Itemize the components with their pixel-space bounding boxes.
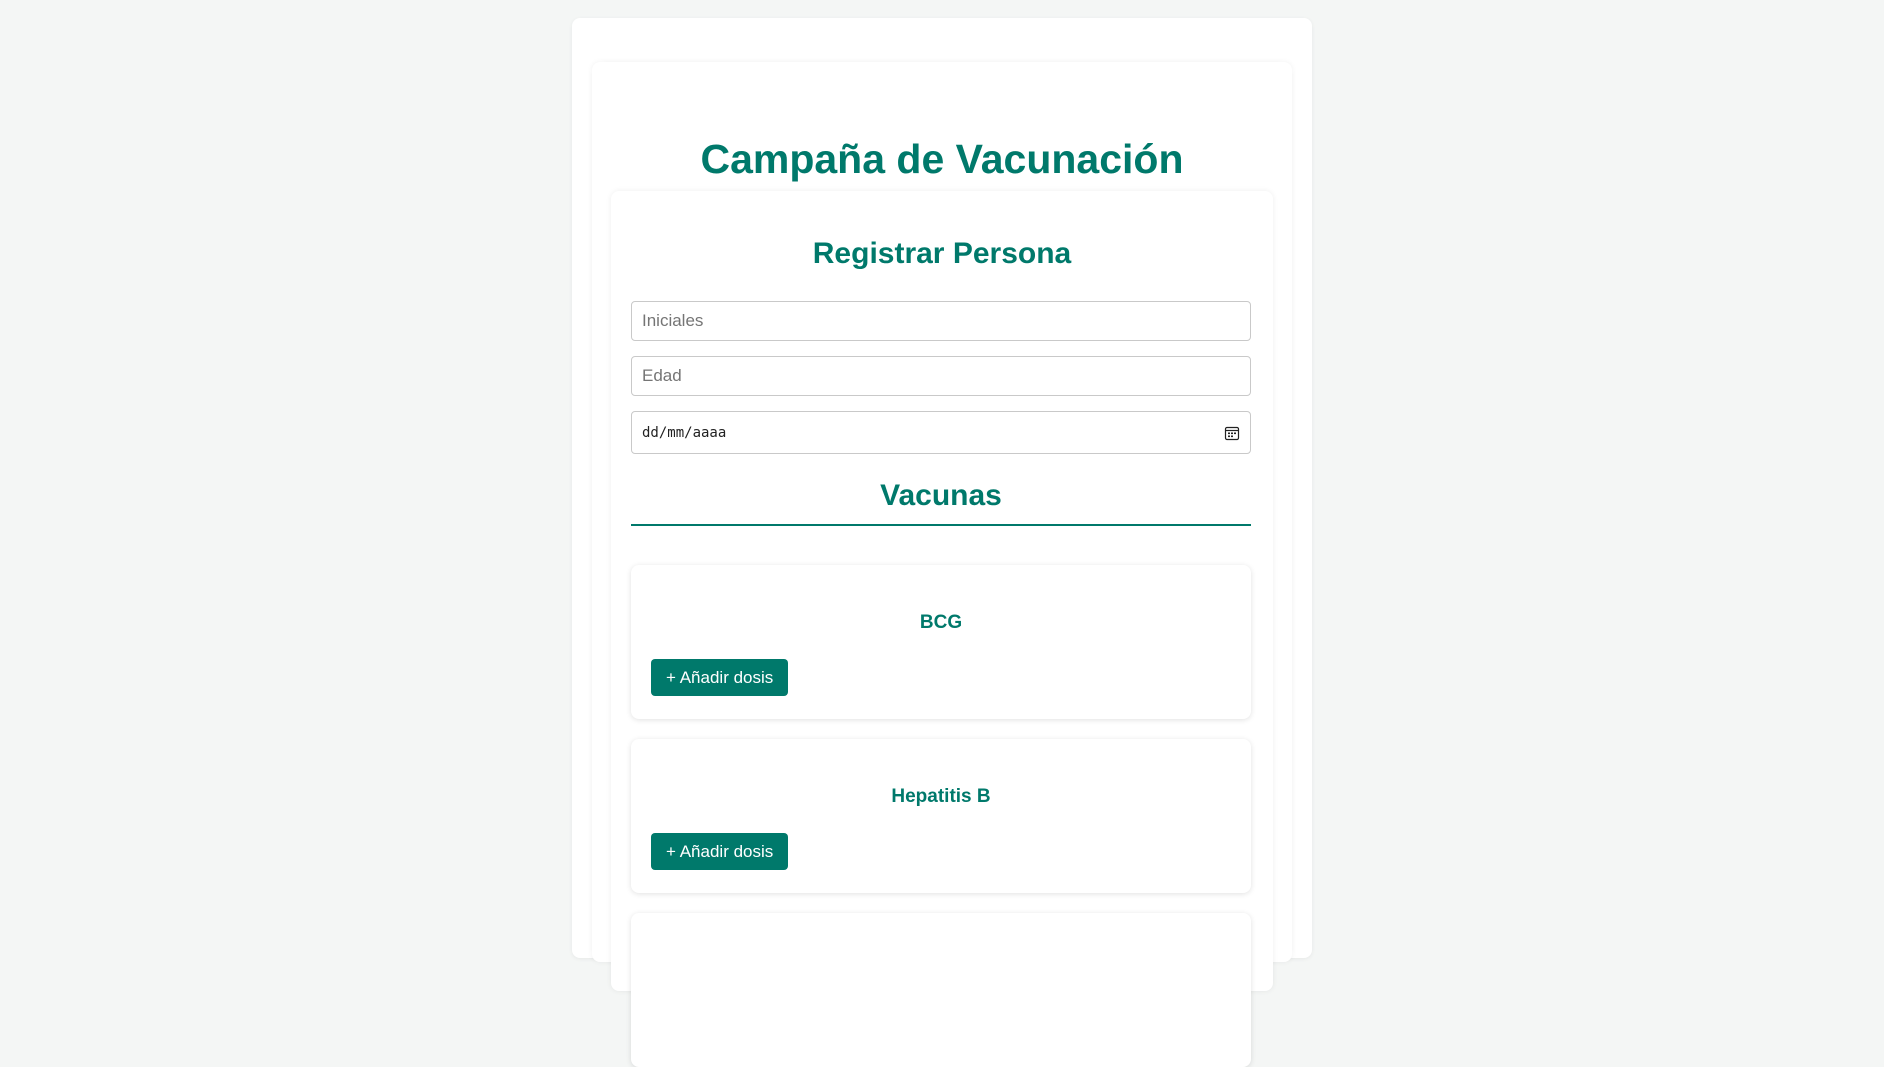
registration-title: Registrar Persona [812, 237, 1072, 270]
vaccine-name: Hepatitis B [891, 786, 991, 807]
page-title: Campaña de Vacunación [700, 136, 1184, 182]
vaccine-card-bcg: BCG + Añadir dosis [631, 565, 1251, 719]
date-input[interactable]: dd/mm/aaaa [631, 411, 1251, 454]
app-panel: Campaña de Vacunación Registrar Persona … [592, 62, 1292, 1067]
vaccine-name: BCG [919, 612, 963, 633]
age-input[interactable] [631, 356, 1251, 396]
vaccine-card-hepatitis-b: Hepatitis B + Añadir dosis [631, 739, 1251, 893]
vaccines-title: Vacunas [631, 476, 1251, 526]
vaccine-card-partial [631, 913, 1251, 1067]
add-dose-button[interactable]: + Añadir dosis [651, 659, 789, 696]
initials-input[interactable] [631, 301, 1251, 341]
registration-form: Registrar Persona dd/mm/aaaa [611, 191, 1273, 1067]
calendar-icon[interactable] [1224, 425, 1240, 441]
outer-container: Campaña de Vacunación Registrar Persona … [572, 18, 1312, 1067]
date-placeholder: dd/mm/aaaa [642, 424, 727, 441]
add-dose-button[interactable]: + Añadir dosis [651, 833, 789, 870]
